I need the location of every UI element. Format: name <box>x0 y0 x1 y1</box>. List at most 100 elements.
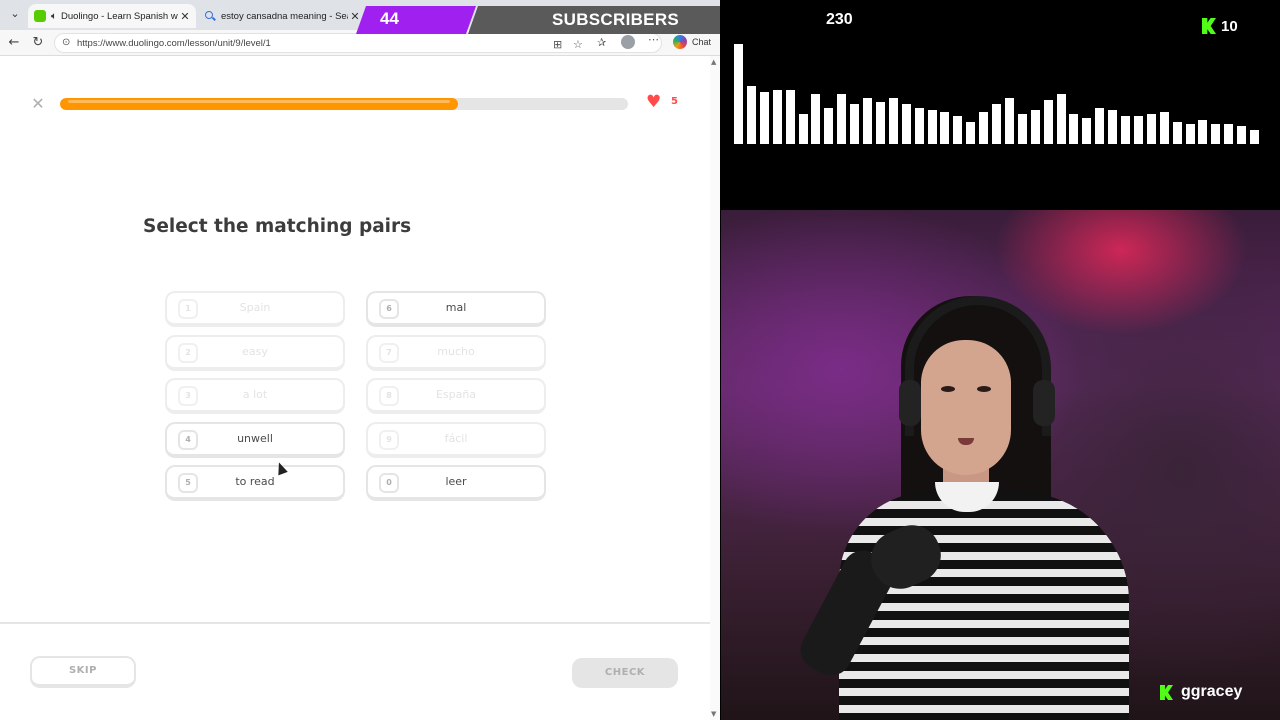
browser-window: ⌄ 🔈︎ Duolingo - Learn Spanish with ✕ est… <box>0 0 720 720</box>
challenge-prompt: Select the matching pairs <box>143 216 412 237</box>
visualizer-bar <box>1121 116 1130 144</box>
close-lesson-icon[interactable]: ✕ <box>30 94 46 113</box>
visualizer-bar <box>1146 114 1156 144</box>
favorites-icon[interactable]: ✰ <box>597 36 606 49</box>
reload-icon[interactable]: ↻ <box>30 35 46 50</box>
visualizer-bar <box>1237 126 1247 144</box>
tab-list-chevron-icon[interactable]: ⌄ <box>6 7 24 23</box>
option-word: Spain <box>239 301 271 314</box>
check-button[interactable]: CHECK <box>572 658 678 688</box>
visualizer-bar <box>992 104 1001 144</box>
visualizer-bar <box>759 92 769 144</box>
visualizer-bar <box>953 116 963 144</box>
option-shortcut-number: 0 <box>379 473 399 494</box>
streamer-handle: ggracey <box>1181 683 1243 700</box>
option-word: a lot <box>242 388 268 402</box>
option-word: fácil <box>444 431 468 445</box>
pair-option-3: 3 a lot <box>165 378 345 415</box>
tab-duolingo[interactable]: 🔈︎ Duolingo - Learn Spanish with ✕ <box>28 4 196 28</box>
more-menu-icon[interactable]: ⋯ <box>648 33 659 46</box>
visualizer-bar <box>901 104 911 144</box>
visualizer-bar <box>1056 94 1066 144</box>
pair-option-9: 9 fácil <box>366 421 546 458</box>
option-word: mucho <box>437 344 475 358</box>
back-arrow-icon[interactable]: ← <box>6 35 22 50</box>
speaker-icon[interactable]: 🔈︎ <box>51 11 57 22</box>
visualizer-bar <box>1172 122 1182 144</box>
visualizer-bar <box>888 98 898 144</box>
visualizer-bar <box>785 90 795 144</box>
visualizer-bar <box>1198 120 1208 144</box>
banner-progress <box>356 6 476 34</box>
option-word: España <box>435 388 477 402</box>
visualizer-bar <box>1043 100 1053 144</box>
favorite-star-icon[interactable]: ☆ <box>573 38 583 51</box>
option-shortcut-number: 9 <box>379 429 399 450</box>
heart-icon: ♥ <box>646 92 662 112</box>
visualizer-bar <box>1069 114 1079 144</box>
skip-button[interactable]: SKIP <box>30 656 136 688</box>
tab-title: Duolingo - Learn Spanish with <box>61 10 178 22</box>
profile-avatar[interactable] <box>621 35 635 49</box>
visualizer-bar <box>940 112 950 144</box>
viewer-count: 230 <box>826 11 853 28</box>
visualizer-bar <box>863 98 872 144</box>
pair-option-2: 2 easy <box>165 334 345 371</box>
option-shortcut-number: 2 <box>178 342 198 363</box>
pair-option-1: 1 Spain <box>165 291 345 327</box>
visualizer-bar <box>811 94 821 144</box>
visualizer-bar <box>1250 130 1259 144</box>
visualizer-bar <box>1211 124 1221 144</box>
option-word: easy <box>242 344 268 358</box>
duolingo-favicon-icon <box>34 10 46 22</box>
option-shortcut-number: 5 <box>178 473 198 494</box>
audio-visualizer <box>722 40 1280 144</box>
option-shortcut-number: 4 <box>178 429 198 450</box>
visualizer-bar <box>824 108 834 144</box>
option-word: unwell <box>237 431 273 445</box>
pair-option-8: 8 España <box>366 378 546 415</box>
option-shortcut-number: 3 <box>178 386 198 407</box>
visualizer-bar <box>1224 124 1234 144</box>
webcam-feed <box>721 210 1280 720</box>
visualizer-bar <box>1095 108 1105 144</box>
visualizer-bar <box>1030 110 1040 144</box>
visualizer-bar <box>1159 112 1169 144</box>
close-tab-icon[interactable]: ✕ <box>178 10 192 23</box>
scroll-up-icon[interactable]: ▲ <box>711 58 716 66</box>
visualizer-bar <box>1004 98 1014 144</box>
apps-icon[interactable]: ⊞ <box>553 38 562 51</box>
pair-option-7: 7 mucho <box>366 334 546 371</box>
url-text: https://www.duolingo.com/lesson/unit/9/l… <box>77 38 271 49</box>
visualizer-bar <box>746 86 756 144</box>
visualizer-bar <box>798 114 808 144</box>
subscriber-count: 44 <box>380 9 399 28</box>
option-word: leer <box>445 475 467 489</box>
visualizer-bar <box>1082 118 1092 144</box>
tab-search[interactable]: estoy cansadna meaning - Search ✕ <box>198 4 366 28</box>
scroll-down-icon[interactable]: ▼ <box>711 710 716 718</box>
subscriber-label: SUBSCRIBERS <box>552 10 680 29</box>
option-word: to read <box>235 475 275 489</box>
visualizer-bar <box>837 94 847 144</box>
headphone-earcup <box>1033 380 1055 426</box>
visualizer-bar <box>875 102 885 144</box>
url-field[interactable]: ⊙ https://www.duolingo.com/lesson/unit/9… <box>54 33 662 53</box>
pair-option-5[interactable]: 5 to read <box>165 465 345 502</box>
pair-option-0[interactable]: 0 leer <box>366 465 546 502</box>
headphone-earcup <box>899 380 921 426</box>
striped-shirt <box>839 492 1129 720</box>
page-scrollbar[interactable]: ▲ ▼ <box>710 56 720 720</box>
pair-option-6[interactable]: 6 mal <box>366 291 546 327</box>
option-shortcut-number: 6 <box>379 299 399 319</box>
visualizer-bar <box>772 90 782 144</box>
chat-label[interactable]: Chat <box>692 37 711 47</box>
visualizer-bar <box>914 108 924 144</box>
copilot-icon[interactable] <box>673 35 687 49</box>
pair-option-4[interactable]: 4 unwell <box>165 421 345 458</box>
subscriber-goal-banner: 44 SUBSCRIBERS <box>356 6 720 34</box>
kick-logo-icon <box>1202 18 1216 34</box>
visualizer-bar <box>979 112 989 144</box>
option-shortcut-number: 8 <box>379 386 399 407</box>
lock-icon: ⊙ <box>62 37 71 48</box>
